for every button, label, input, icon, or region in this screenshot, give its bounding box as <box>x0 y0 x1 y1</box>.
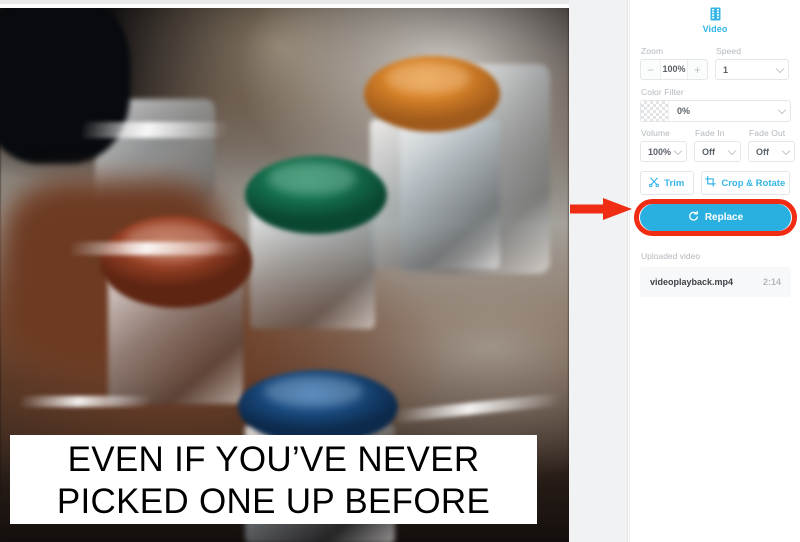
crop-icon <box>705 176 717 190</box>
zoom-stepper[interactable]: − 100% + <box>640 59 708 80</box>
caption-line-1: EVEN IF YOU’VE NEVER <box>67 439 480 479</box>
color-filter-field: Color Filter 0% <box>640 81 791 122</box>
metal-sheen-upper <box>82 122 227 138</box>
color-filter-select[interactable]: 0% <box>640 100 791 122</box>
volume-field: Volume 100% <box>640 122 687 162</box>
volume-select[interactable]: 100% <box>640 141 687 162</box>
uploaded-file-duration: 2:14 <box>762 277 781 287</box>
cap-orange <box>364 56 500 132</box>
properties-panel: Video Zoom − 100% + Speed 1 Color Filter… <box>629 0 800 542</box>
chevron-down-icon <box>777 105 787 115</box>
zoom-label: Zoom <box>641 46 664 56</box>
replace-button[interactable]: Replace <box>640 204 791 231</box>
fade-out-select[interactable]: Off <box>748 141 795 162</box>
color-filter-value: 0% <box>677 106 691 116</box>
zoom-decrease-button[interactable]: − <box>641 60 660 79</box>
refresh-icon <box>688 210 699 225</box>
scissors-icon <box>649 176 660 190</box>
stage-gutter <box>569 0 628 542</box>
zoom-field: Zoom − 100% + <box>640 40 708 80</box>
speed-field: Speed 1 <box>715 40 789 80</box>
volume-value: 100% <box>648 146 672 157</box>
chevron-down-icon <box>775 64 785 73</box>
zoom-increase-button[interactable]: + <box>688 60 707 79</box>
uploaded-file-item[interactable]: videoplayback.mp4 2:14 <box>640 267 791 297</box>
speed-label: Speed <box>716 46 742 56</box>
edit-buttons-row: Trim Crop & Rotate <box>640 171 790 195</box>
speed-select[interactable]: 1 <box>715 59 789 80</box>
uploaded-file-name: videoplayback.mp4 <box>650 277 734 287</box>
caption-line-2: PICKED ONE UP BEFORE <box>56 481 491 521</box>
chevron-down-icon <box>727 146 737 155</box>
panel-content: Video Zoom − 100% + Speed 1 Color Filter… <box>630 0 800 297</box>
chevron-down-icon <box>673 146 683 155</box>
chevron-down-icon <box>781 146 791 155</box>
transparency-swatch-icon <box>641 101 669 121</box>
fade-out-field: Fade Out Off <box>748 122 795 162</box>
trim-button[interactable]: Trim <box>640 171 694 195</box>
video-frame[interactable]: EVEN IF YOU’VE NEVER PICKED ONE UP BEFOR… <box>0 4 569 542</box>
speed-value: 1 <box>723 64 729 75</box>
panel-tabs: Video <box>640 0 790 40</box>
audio-row: Volume 100% Fade In Off Fade Out Off <box>640 122 795 162</box>
tab-video-label: Video <box>702 24 728 34</box>
app-root: EVEN IF YOU’VE NEVER PICKED ONE UP BEFOR… <box>0 0 800 542</box>
dark-background-blob <box>0 4 130 164</box>
fade-in-label: Fade In <box>695 128 725 138</box>
cap-blue <box>238 370 398 444</box>
vial-body-orange <box>370 119 500 269</box>
tab-video[interactable]: Video <box>703 7 728 34</box>
fade-in-select[interactable]: Off <box>694 141 741 162</box>
cap-teal <box>245 156 387 234</box>
fade-in-field: Fade In Off <box>694 122 741 162</box>
film-strip-icon <box>709 7 722 21</box>
crop-rotate-button-label: Crop & Rotate <box>721 177 786 189</box>
trim-button-label: Trim <box>664 177 685 189</box>
zoom-speed-row: Zoom − 100% + Speed 1 <box>640 40 790 80</box>
fade-out-label: Fade Out <box>749 128 786 138</box>
volume-label: Volume <box>641 128 670 138</box>
video-caption-box: EVEN IF YOU’VE NEVER PICKED ONE UP BEFOR… <box>10 435 537 524</box>
replace-button-wrapper: Replace <box>634 199 797 236</box>
video-preview-stage[interactable]: EVEN IF YOU’VE NEVER PICKED ONE UP BEFOR… <box>0 0 569 542</box>
metal-sheen-mid <box>70 242 240 255</box>
cap-red <box>100 216 252 308</box>
color-filter-label: Color Filter <box>641 87 684 97</box>
replace-button-label: Replace <box>704 212 744 223</box>
frame-top-strip <box>0 4 569 8</box>
fade-out-value: Off <box>756 146 769 157</box>
uploaded-video-label: Uploaded video <box>641 251 701 261</box>
metal-sheen-lower-left <box>20 396 150 407</box>
zoom-value[interactable]: 100% <box>660 60 688 79</box>
crop-rotate-button[interactable]: Crop & Rotate <box>700 171 790 195</box>
fade-in-value: Off <box>702 146 715 157</box>
